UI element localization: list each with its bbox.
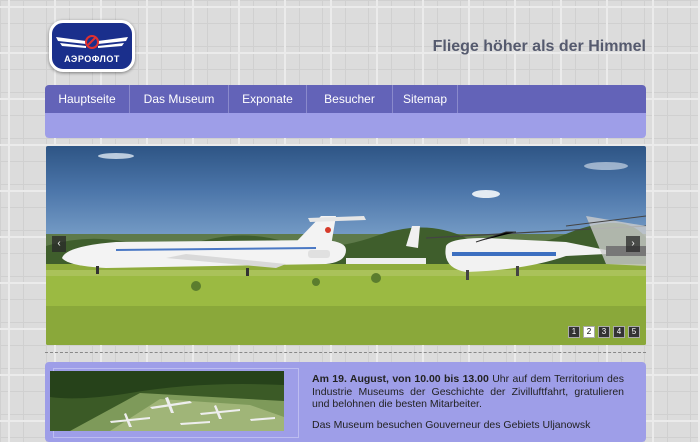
news-text: Am 19. August, von 10.00 bis 13.00 Uhr a… [312, 373, 624, 439]
slider-pagination: 12345 [565, 321, 640, 339]
slider-page-5[interactable]: 5 [628, 326, 640, 338]
slider-prev-arrow-icon[interactable]: ‹ [52, 236, 66, 252]
nav-item-das-museum[interactable]: Das Museum [130, 85, 229, 113]
news-paragraph-2: Das Museum besuchen Gouverneur des Gebie… [312, 418, 591, 431]
dashed-divider [45, 352, 646, 353]
slider-page-4[interactable]: 4 [613, 326, 625, 338]
image-slider[interactable]: ‹ › 12345 [46, 146, 646, 345]
aeroflot-logo[interactable]: АЭРОФЛОТ [49, 20, 135, 72]
main-navigation: Hauptseite Das Museum Exponate Besucher … [45, 85, 646, 113]
slider-page-1[interactable]: 1 [568, 326, 580, 338]
news-content-box: Am 19. August, von 10.00 bis 13.00 Uhr a… [45, 362, 646, 442]
nav-item-exponate[interactable]: Exponate [229, 85, 307, 113]
nav-item-hauptseite[interactable]: Hauptseite [45, 85, 130, 113]
aerial-aircraft-photo [50, 371, 284, 431]
aerial-museum-photo[interactable] [50, 371, 284, 431]
news-paragraph-1: Am 19. August, von 10.00 bis 13.00 Uhr a… [312, 373, 624, 411]
news-date-time: Am 19. August, von 10.00 bis 13.00 [312, 373, 489, 385]
slider-page-2[interactable]: 2 [583, 326, 595, 338]
slider-page-3[interactable]: 3 [598, 326, 610, 338]
nav-item-sitemap[interactable]: Sitemap [393, 85, 458, 113]
aircraft-museum-photo [46, 153, 646, 345]
sub-navigation-bar [45, 113, 646, 138]
logo-text: АЭРОФЛОТ [64, 54, 120, 64]
slider-next-arrow-icon[interactable]: › [626, 236, 640, 252]
site-slogan: Fliege höher als der Himmel [432, 38, 646, 55]
nav-item-besucher[interactable]: Besucher [307, 85, 393, 113]
